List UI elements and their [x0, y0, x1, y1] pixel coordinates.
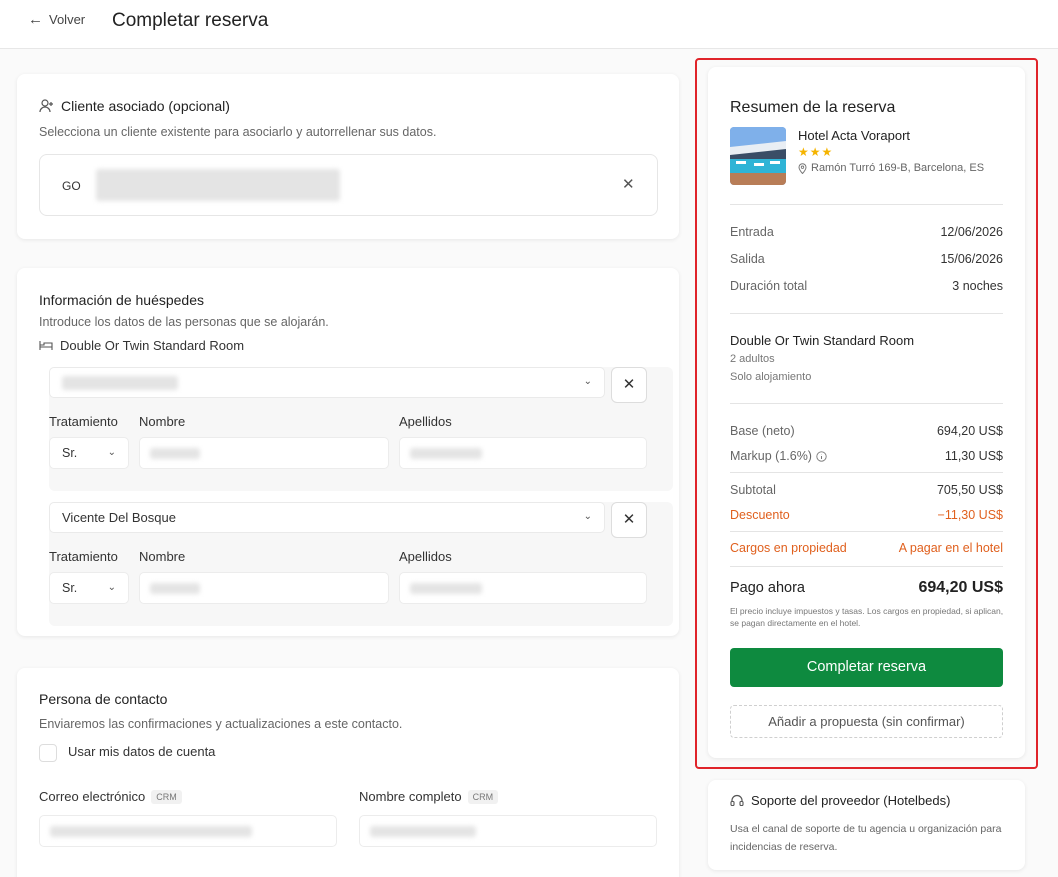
top-bar: ← Volver Completar reserva [0, 0, 1058, 49]
crm-badge: CRM [467, 790, 499, 804]
arrow-left-icon: ← [28, 11, 43, 28]
support-text: Usa el canal de soporte de tu agencia u … [730, 823, 1002, 853]
crm-badge: CRM [151, 790, 182, 804]
use-account-checkbox[interactable] [39, 744, 57, 762]
treatment-select-1[interactable]: Sr. ⌄ [49, 437, 129, 469]
treatment-value-2: Sr. [62, 581, 78, 595]
guest-select-2[interactable]: Vicente Del Bosque ⌄ [49, 502, 605, 533]
last-name-input-2[interactable] [399, 572, 647, 604]
full-name-input[interactable] [359, 815, 657, 847]
treatment-select-2[interactable]: Sr. ⌄ [49, 572, 129, 604]
client-selector[interactable]: GO ✕ [39, 154, 658, 216]
last-name-input-1[interactable] [399, 437, 647, 469]
support-title: Soporte del proveedor (Hotelbeds) [751, 793, 951, 808]
contact-subtitle: Enviaremos las confirmaciones y actualiz… [39, 717, 403, 731]
treatment-value-1: Sr. [62, 446, 78, 460]
remove-guest-2-button[interactable]: ✕ [611, 502, 647, 538]
email-redacted [50, 826, 252, 837]
treatment-label-2: Tratamiento [49, 549, 118, 564]
client-title: Cliente asociado (opcional) [61, 98, 230, 114]
first-name-redacted-1 [150, 448, 200, 459]
back-button[interactable]: ← Volver [28, 12, 85, 27]
contact-card: Persona de contacto Enviaremos las confi… [17, 668, 679, 877]
guest-select-1-redacted [62, 376, 178, 390]
email-input[interactable] [39, 815, 337, 847]
guests-title: Información de huéspedes [39, 292, 204, 308]
clear-client-icon[interactable]: ✕ [622, 175, 635, 193]
guest-select-2-value: Vicente Del Bosque [62, 510, 176, 525]
last-name-redacted-1 [410, 448, 482, 459]
client-card: Cliente asociado (opcional) Selecciona u… [17, 74, 679, 239]
full-name-redacted [370, 826, 476, 837]
summary-highlight-frame [695, 58, 1038, 769]
page-title: Completar reserva [112, 10, 269, 31]
last-name-label-2: Apellidos [399, 549, 452, 564]
chevron-down-icon: ⌄ [107, 447, 116, 458]
treatment-label-1: Tratamiento [49, 414, 118, 429]
email-label: Correo electrónico [39, 789, 146, 804]
guests-subtitle: Introduce los datos de las personas que … [39, 315, 329, 329]
client-name-redacted [96, 169, 340, 201]
remove-guest-1-button[interactable]: ✕ [611, 367, 647, 403]
guest-entry-1: ⌄ ✕ Tratamiento Nombre Apellidos Sr. ⌄ [49, 367, 673, 491]
first-name-input-1[interactable] [139, 437, 389, 469]
headset-icon [730, 794, 744, 807]
guests-room-name: Double Or Twin Standard Room [60, 338, 245, 353]
chevron-down-icon: ⌄ [583, 376, 592, 387]
back-label: Volver [49, 12, 86, 27]
client-subtitle: Selecciona un cliente existente para aso… [39, 125, 437, 139]
chevron-down-icon: ⌄ [583, 511, 592, 522]
support-card: Soporte del proveedor (Hotelbeds) Usa el… [708, 780, 1025, 870]
first-name-input-2[interactable] [139, 572, 389, 604]
chevron-down-icon: ⌄ [107, 582, 116, 593]
guest-select-1[interactable]: ⌄ [49, 367, 605, 398]
guests-card: Información de huéspedes Introduce los d… [17, 268, 679, 636]
guest-entry-2: Vicente Del Bosque ⌄ ✕ Tratamiento Nombr… [49, 502, 673, 626]
client-initials: GO [62, 179, 81, 193]
first-name-redacted-2 [150, 583, 200, 594]
last-name-redacted-2 [410, 583, 482, 594]
user-plus-icon [39, 99, 53, 113]
name-label-row: Nombre completo CRM [359, 789, 499, 804]
last-name-label-1: Apellidos [399, 414, 452, 429]
contact-title: Persona de contacto [39, 691, 168, 707]
first-name-label-2: Nombre [139, 549, 186, 564]
first-name-label-1: Nombre [139, 414, 186, 429]
email-label-row: Correo electrónico CRM [39, 789, 182, 804]
use-account-label: Usar mis datos de cuenta [68, 744, 216, 759]
bed-icon [39, 341, 53, 350]
name-label: Nombre completo [359, 789, 462, 804]
